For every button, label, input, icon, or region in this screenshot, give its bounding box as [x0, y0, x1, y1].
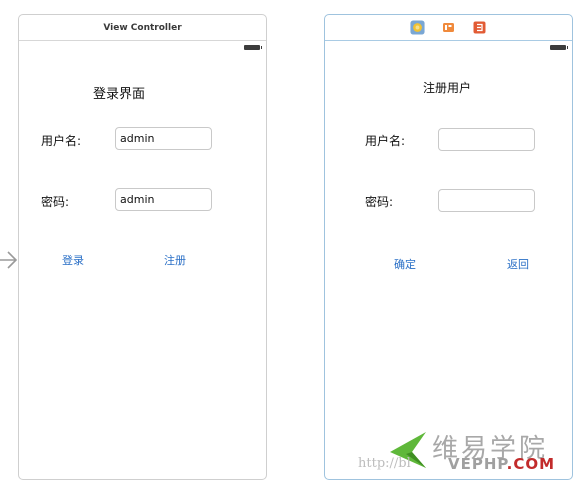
site-watermark: 维易学院 http://bl VEPHP.COM — [358, 428, 578, 480]
username-label[interactable]: 用户名: — [41, 132, 81, 149]
watermark-site: VEPHP.COM — [448, 455, 555, 473]
login-view-controller-scene[interactable]: View Controller 登录界面 用户名: 密码: 登录 注册 — [18, 14, 267, 480]
back-button[interactable]: 返回 — [507, 256, 529, 272]
register-heading[interactable]: 注册用户 — [423, 79, 471, 96]
scene-dock[interactable] — [325, 15, 572, 41]
password-field[interactable] — [115, 188, 212, 211]
login-heading[interactable]: 登录界面 — [93, 83, 145, 102]
watermark-site-prefix: VEPHP — [448, 455, 507, 473]
password-label[interactable]: 密码: — [41, 193, 69, 210]
register-password-label[interactable]: 密码: — [365, 193, 393, 210]
register-password-field[interactable] — [438, 189, 535, 212]
exit-icon[interactable] — [472, 20, 487, 35]
username-field[interactable] — [115, 127, 212, 150]
login-button[interactable]: 登录 — [62, 252, 84, 268]
battery-icon — [550, 45, 568, 50]
register-username-label[interactable]: 用户名: — [365, 132, 405, 149]
watermark-site-suffix: .COM — [506, 455, 556, 473]
view-controller-icon[interactable] — [410, 20, 425, 35]
confirm-button[interactable]: 确定 — [394, 256, 416, 272]
first-responder-icon[interactable] — [441, 20, 456, 35]
entry-point-arrow-icon — [0, 251, 18, 269]
scene-title: View Controller — [103, 22, 182, 33]
watermark-url: http://bl — [358, 456, 411, 471]
register-view-controller-scene[interactable]: 注册用户 用户名: 密码: 确定 返回 — [324, 14, 573, 480]
register-username-field[interactable] — [438, 128, 535, 151]
register-button[interactable]: 注册 — [164, 252, 186, 268]
battery-icon — [244, 45, 262, 50]
scene-title-bar[interactable]: View Controller — [19, 15, 266, 41]
